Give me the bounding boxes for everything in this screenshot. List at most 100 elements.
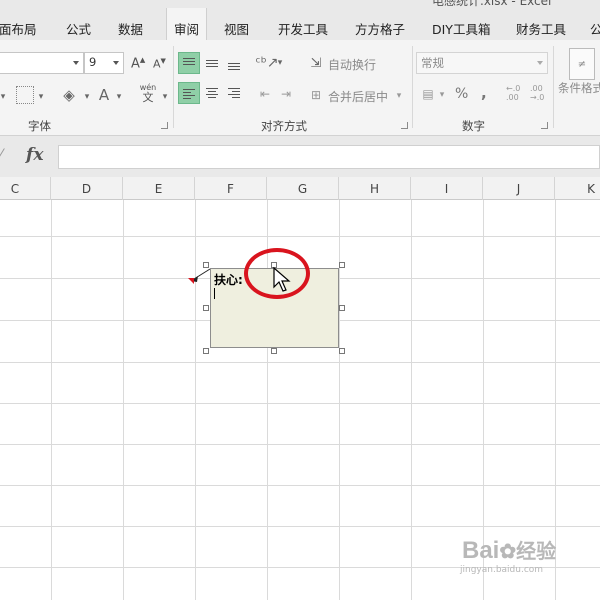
grow-font-button[interactable]: A▲ <box>131 56 145 71</box>
increase-decimal-button[interactable]: ←.0 .00 <box>506 84 520 102</box>
gridline <box>0 526 600 527</box>
align-dialog-launcher-icon[interactable] <box>401 122 408 129</box>
phonetic-guide-button[interactable]: wén 文 <box>137 83 159 103</box>
paw-icon: ✿ <box>499 541 517 563</box>
fill-color-icon[interactable]: ◈ <box>58 84 80 106</box>
cancel-edit-icon[interactable]: ⁄ <box>0 147 2 163</box>
conditional-format-button[interactable]: 条件格式 <box>558 80 600 96</box>
column-header-k[interactable]: K <box>555 177 600 200</box>
tab-more[interactable]: 公 <box>590 19 600 38</box>
column-header-h[interactable]: H <box>339 177 411 200</box>
shrink-font-button[interactable]: A▼ <box>153 57 166 71</box>
number-format-value: 常规 <box>421 56 444 70</box>
middle-align-button[interactable] <box>202 52 224 74</box>
gridline <box>0 362 600 363</box>
merge-center-button[interactable]: 合并后居中 <box>328 88 388 105</box>
gridline <box>0 444 600 445</box>
merge-center-icon[interactable]: ⊞ <box>308 86 324 104</box>
chevron-down-icon[interactable]: ▾ <box>0 88 8 106</box>
increase-indent-icon[interactable]: ⇥ <box>276 84 296 104</box>
chevron-down-icon[interactable]: ▾ <box>36 88 46 106</box>
align-left-button[interactable] <box>178 82 200 104</box>
formula-controls: ⁄ fx <box>0 145 56 169</box>
column-header-i[interactable]: I <box>411 177 483 200</box>
number-dialog-launcher-icon[interactable] <box>541 122 548 129</box>
wrap-text-icon[interactable]: ⇲ <box>308 54 324 72</box>
divider <box>412 46 413 128</box>
column-headers: C D E F G H I J K <box>0 177 600 200</box>
increase-decimal-icon: ←.0 <box>506 84 521 93</box>
divider <box>553 46 554 128</box>
column-header-c[interactable]: C <box>0 177 51 200</box>
tab-review[interactable]: 审阅 <box>166 8 208 40</box>
resize-handle-right[interactable] <box>339 305 345 311</box>
border-icon[interactable] <box>16 86 34 104</box>
column-header-d[interactable]: D <box>51 177 123 200</box>
watermark: Bai✿经验 jingyan.baidu.com <box>460 535 556 575</box>
ribbon: 9 A▲ A▼ ▾ ▾ ◈ ▾ A ▾ wén 文 ▾ 字体 ᶜᵇ↗ ▾ ⇲ 自… <box>0 40 600 136</box>
divider <box>173 46 174 128</box>
accounting-format-icon[interactable]: ▤ <box>418 84 438 104</box>
decrease-decimal-label: .00 <box>530 84 543 93</box>
chevron-down-icon[interactable]: ▾ <box>82 88 92 106</box>
tab-view[interactable]: 视图 <box>224 19 249 38</box>
number-format-select[interactable]: 常规 <box>416 52 548 74</box>
font-size-value: 9 <box>89 55 97 69</box>
chevron-down-icon <box>537 61 543 65</box>
watermark-brand: Bai <box>462 537 500 564</box>
tab-fangfang-gezi[interactable]: 方方格子 <box>355 19 405 38</box>
formula-bar: ⁄ fx <box>0 137 600 177</box>
resize-handle-bottom-left[interactable] <box>203 348 209 354</box>
formula-input[interactable] <box>58 145 600 169</box>
comma-button[interactable]: , <box>481 84 487 102</box>
column-header-e[interactable]: E <box>123 177 195 200</box>
chevron-down-icon[interactable]: ▾ <box>114 88 124 106</box>
phonetic-bottom: 文 <box>142 91 154 104</box>
column-header-j[interactable]: J <box>483 177 555 200</box>
decrease-indent-icon[interactable]: ⇤ <box>255 84 275 104</box>
font-color-icon[interactable]: A <box>96 84 112 106</box>
tab-page-layout[interactable]: 面布局 <box>0 19 37 38</box>
font-size-select[interactable]: 9 <box>84 52 124 74</box>
title-bar: 电感统计.xlsx - Excel <box>0 0 600 8</box>
decrease-decimal-icon: →.0 <box>530 93 545 102</box>
chevron-down-icon <box>73 61 79 65</box>
orientation-icon[interactable]: ᶜᵇ↗ <box>256 52 279 74</box>
tab-formulas[interactable]: 公式 <box>66 19 91 38</box>
top-align-icon <box>183 56 195 67</box>
resize-handle-top-left[interactable] <box>203 262 209 268</box>
insert-function-button[interactable]: fx <box>26 145 43 165</box>
tab-finance-tools[interactable]: 财务工具 <box>516 19 566 38</box>
gridline <box>195 200 196 600</box>
align-center-button[interactable] <box>202 82 224 104</box>
resize-handle-bottom-right[interactable] <box>339 348 345 354</box>
decrease-decimal-button[interactable]: .00 →.0 <box>530 84 544 102</box>
tab-diy-toolbox[interactable]: DIY工具箱 <box>432 19 490 38</box>
percent-button[interactable]: % <box>455 86 468 102</box>
wrap-text-button[interactable]: 自动换行 <box>328 56 376 73</box>
chevron-down-icon[interactable]: ▾ <box>160 88 170 106</box>
comment-author[interactable]: 扶心: <box>214 271 243 288</box>
tab-data[interactable]: 数据 <box>118 19 143 38</box>
align-right-button[interactable] <box>224 82 246 104</box>
font-dialog-launcher-icon[interactable] <box>161 122 168 129</box>
align-center-icon <box>206 86 218 100</box>
watermark-domain: jingyan.baidu.com <box>460 565 544 575</box>
resize-handle-left[interactable] <box>203 305 209 311</box>
tab-developer[interactable]: 开发工具 <box>278 19 328 38</box>
gridline <box>0 236 600 237</box>
resize-handle-bottom[interactable] <box>271 348 277 354</box>
resize-handle-top-right[interactable] <box>339 262 345 268</box>
conditional-format-icon[interactable]: ≠ <box>569 48 595 80</box>
align-group-label: 对齐方式 <box>261 119 307 133</box>
chevron-down-icon[interactable]: ▾ <box>438 88 446 102</box>
chevron-down-icon[interactable]: ▾ <box>394 88 404 104</box>
column-header-f[interactable]: F <box>195 177 267 200</box>
font-name-select[interactable] <box>0 52 84 74</box>
middle-align-icon <box>206 58 218 69</box>
chevron-down-icon[interactable]: ▾ <box>276 56 284 70</box>
column-header-g[interactable]: G <box>267 177 339 200</box>
top-align-button[interactable] <box>178 52 200 74</box>
bottom-align-button[interactable] <box>224 52 246 74</box>
gridline <box>0 403 600 404</box>
